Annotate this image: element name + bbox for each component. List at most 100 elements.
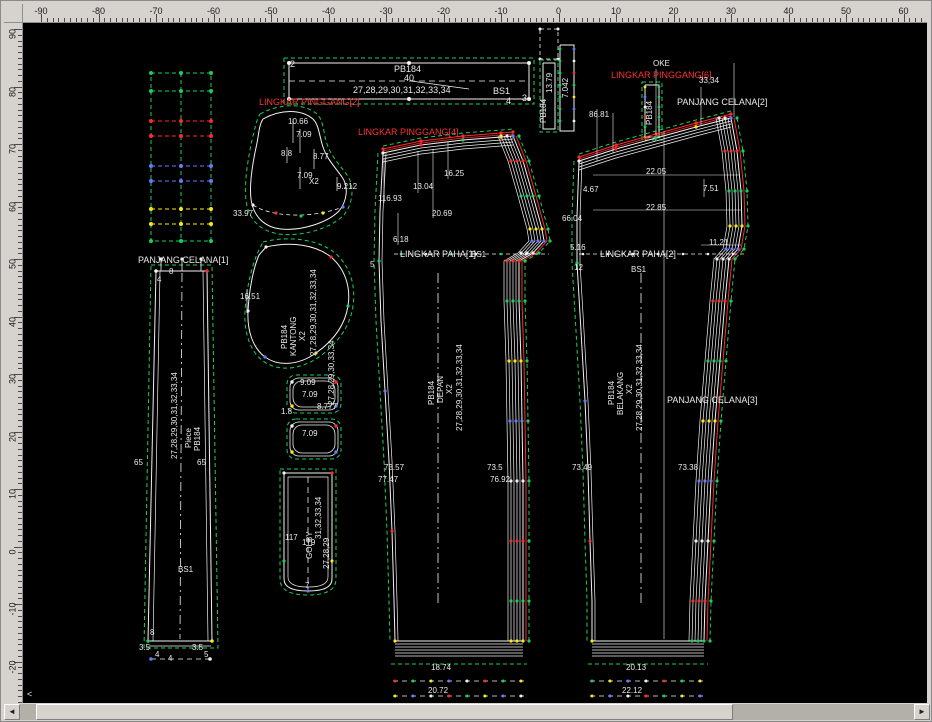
drawing-canvas[interactable]: 2PB1844027,28,29,30,31,32,33,34BS134LING… (23, 23, 927, 703)
pattern-line (180, 273, 182, 639)
ruler-tick (898, 18, 899, 22)
pattern-point (523, 259, 526, 262)
pattern-point (711, 299, 714, 302)
scroll-left-button[interactable]: ◄ (4, 704, 20, 720)
ruler-corner (4, 4, 23, 23)
ruler-label: 20 (8, 427, 18, 446)
ruler-tick (507, 18, 508, 22)
pattern-point (509, 539, 512, 542)
ruler-tick (18, 581, 22, 582)
pattern-point (209, 119, 213, 123)
ruler-tick (81, 18, 82, 22)
ruler-tick (18, 299, 22, 300)
pattern-point (149, 164, 153, 168)
pattern-point (559, 48, 562, 51)
scroll-right-button[interactable]: ► (914, 704, 930, 720)
pattern-point (209, 134, 213, 138)
ruler-tick (231, 18, 232, 22)
scrollbar-track[interactable] (20, 704, 914, 720)
pattern-line (504, 136, 535, 641)
ruler-tick (18, 650, 22, 651)
ruler-tick (277, 18, 278, 22)
ruler-tick (725, 18, 726, 22)
ruler-tick (18, 81, 22, 82)
ruler-tick (18, 225, 22, 226)
ruler-tick (18, 368, 22, 369)
pocket-pieces[interactable] (245, 106, 354, 368)
pattern-point (511, 299, 514, 302)
canvas-label: 8 (150, 628, 155, 637)
canvas-label: 7.042 (561, 77, 570, 98)
pattern-point (509, 599, 512, 602)
ruler-tick (18, 150, 22, 151)
grading-grid-piece[interactable] (149, 71, 213, 243)
ruler-tick (18, 173, 22, 174)
back-trouser-piece[interactable] (572, 63, 750, 698)
ruler-tick (18, 598, 22, 599)
ruler-tick (248, 18, 249, 22)
canvas-label: 20.13 (626, 663, 647, 672)
ruler-tick (18, 98, 22, 99)
pattern-point (526, 419, 529, 422)
pattern-point (542, 239, 545, 242)
ruler-tick (18, 690, 22, 691)
pattern-point (658, 126, 661, 129)
pattern-point (588, 539, 591, 542)
scrollbar-thumb[interactable] (36, 704, 733, 720)
canvas-label: 73.5 (487, 463, 503, 472)
ruler-label: 70 (8, 140, 18, 159)
small-strip-pieces[interactable] (539, 28, 663, 141)
ruler-tick (18, 328, 22, 329)
pattern-point (701, 419, 704, 422)
canvas-label: X2 (298, 331, 307, 341)
ruler-tick (311, 18, 312, 22)
pattern-point (724, 247, 727, 250)
pattern-point (515, 159, 518, 162)
pattern-line (579, 121, 731, 164)
ruler-tick (783, 18, 784, 22)
ruler-tick (18, 236, 22, 237)
pattern-point (419, 143, 422, 146)
ruler-label: 60 (8, 197, 18, 216)
canvas-label: 77.47 (378, 475, 399, 484)
canvas-label: 73.57 (384, 463, 405, 472)
pattern-point (548, 239, 551, 242)
pattern-point (729, 299, 732, 302)
ruler-label: 40 (8, 312, 18, 331)
long-strip-piece[interactable] (144, 257, 218, 660)
pattern-point (531, 194, 534, 197)
canvas-label: 7.09 (302, 429, 318, 438)
ruler-tick (697, 18, 698, 22)
ruler-tick (409, 18, 410, 22)
pattern-point (706, 359, 709, 362)
pattern-point (733, 189, 736, 192)
canvas-label: 8 (169, 267, 174, 276)
ruler-tick (651, 18, 652, 22)
pattern-point (644, 96, 647, 99)
ruler-tick (766, 18, 767, 22)
ruler-label: -10 (494, 6, 507, 16)
ruler-tick (133, 18, 134, 22)
ruler-tick (610, 18, 611, 22)
canvas-label: 33,34 (699, 76, 720, 85)
horizontal-scrollbar[interactable]: ◄ ► (4, 704, 930, 720)
canvas-label: 22.12 (622, 686, 643, 695)
pattern-point (282, 471, 285, 474)
pattern-point (700, 539, 703, 542)
pattern-point (707, 253, 710, 256)
pattern-point (735, 149, 738, 152)
canvas-label: Piece (184, 427, 193, 448)
canvas-label: GOLBY (305, 531, 314, 559)
canvas-label: 4.67 (583, 185, 599, 194)
pattern-point (330, 471, 333, 474)
ruler-tick (886, 18, 887, 22)
pattern-point (179, 207, 183, 211)
ruler-tick (139, 18, 140, 22)
pattern-point (154, 269, 158, 273)
ruler-tick (875, 18, 876, 22)
pattern-point (712, 359, 715, 362)
canvas-label: 33.97 (233, 209, 254, 218)
canvas-label: 27,28,29,30,31,32,33,34 (170, 372, 179, 459)
canvas-label: PB184 (539, 98, 548, 123)
ruler-tick (18, 558, 22, 559)
